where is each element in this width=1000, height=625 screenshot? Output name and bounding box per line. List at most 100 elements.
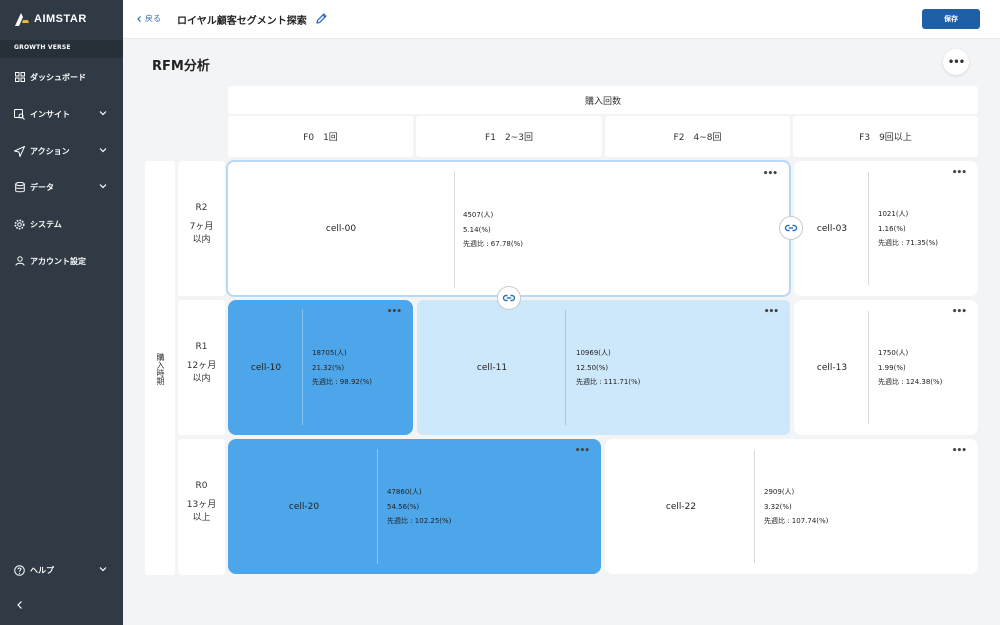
more-options-icon[interactable]: •••	[763, 169, 778, 179]
cell-stats: 47860(人) 54.56(%) 先週比 : 102.25(%)	[387, 485, 451, 529]
column-label: F1 2~3回	[485, 133, 533, 143]
cell-ratio: 先週比 : 124.38(%)	[878, 378, 943, 386]
cell-percent: 54.56(%)	[387, 502, 420, 511]
cell-count: 10969(人)	[576, 349, 611, 357]
segment-cell-11[interactable]: cell-11 10969(人) 12.50(%) 先週比 : 111.71(%…	[417, 300, 790, 435]
row-code: R1	[195, 342, 208, 352]
segment-cell-03[interactable]: cell-03 1021(人) 1.16(%) 先週比 : 71.35(%) •…	[794, 161, 978, 296]
cell-ratio: 先週比 : 98.92(%)	[312, 378, 372, 386]
nav-item-account[interactable]: アカウント設定	[0, 248, 123, 274]
column-header-f3: F3 9回以上	[793, 116, 978, 157]
nav-item-action[interactable]: アクション	[0, 138, 123, 164]
row-desc: 13ヶ月	[186, 500, 217, 510]
org-name: GROWTH VERSE	[14, 44, 71, 51]
more-options-icon[interactable]: •••	[387, 307, 402, 317]
save-button[interactable]: 保存	[922, 9, 980, 29]
org-bar[interactable]: GROWTH VERSE	[0, 40, 123, 58]
insight-icon	[14, 108, 25, 120]
more-options-icon[interactable]: •••	[952, 307, 967, 317]
nav-item-dashboard[interactable]: ダッシュボード	[0, 64, 123, 90]
chevron-down-icon	[99, 111, 107, 116]
cell-stats: 4507(人) 5.14(%) 先週比 : 67.78(%)	[463, 208, 523, 252]
help-icon	[14, 564, 25, 576]
nav-label: ダッシュボード	[30, 72, 86, 82]
x-axis-label: 購入回数	[584, 97, 621, 107]
nav-item-insight[interactable]: インサイト	[0, 101, 123, 127]
database-icon	[14, 181, 25, 193]
back-link[interactable]: 戻る	[135, 13, 161, 24]
nav-label: アクション	[30, 146, 70, 156]
row-code: R2	[195, 203, 208, 213]
merge-link-button[interactable]	[497, 286, 521, 310]
row-code: R0	[195, 481, 208, 491]
cell-name: cell-03	[816, 223, 848, 234]
pencil-icon[interactable]	[315, 12, 328, 25]
cell-name: cell-00	[325, 223, 357, 234]
cell-count: 18705(人)	[312, 349, 347, 357]
page-title: ロイヤル顧客セグメント探索	[177, 16, 307, 27]
merge-link-button[interactable]	[779, 216, 803, 240]
cell-ratio: 先週比 : 102.25(%)	[387, 517, 452, 525]
user-icon	[14, 256, 25, 267]
logo-text: AIMSTAR	[34, 13, 87, 25]
column-header-f1: F1 2~3回	[416, 116, 602, 157]
section-title: RFM分析	[152, 59, 210, 74]
cell-percent: 1.99(%)	[878, 363, 906, 372]
cell-percent: 3.32(%)	[764, 502, 792, 511]
chevron-down-icon	[99, 148, 107, 153]
send-icon	[14, 145, 25, 157]
link-icon	[502, 294, 516, 302]
more-options-icon[interactable]: •••	[764, 307, 779, 317]
row-desc: 以上	[192, 513, 211, 523]
column-header-f0: F0 1回	[228, 116, 413, 157]
top-header: 戻る ロイヤル顧客セグメント探索 保存	[123, 0, 1000, 39]
cell-name: cell-11	[476, 362, 508, 373]
cell-stats: 18705(人) 21.32(%) 先週比 : 98.92(%)	[312, 346, 372, 390]
more-options-icon[interactable]: •••	[943, 49, 969, 75]
dashboard-icon	[14, 72, 25, 83]
column-label: F3 9回以上	[859, 133, 912, 143]
cell-divider	[377, 449, 378, 564]
cell-ratio: 先週比 : 107.74(%)	[764, 517, 829, 525]
nav-label: ヘルプ	[30, 565, 54, 575]
cell-divider	[302, 310, 303, 425]
cell-name: cell-10	[250, 362, 282, 373]
cell-name: cell-20	[288, 501, 320, 512]
segment-cell-22[interactable]: cell-22 2909(人) 3.32(%) 先週比 : 107.74(%) …	[605, 439, 978, 574]
nav-item-help[interactable]: ヘルプ	[0, 557, 123, 583]
row-desc: 以内	[192, 235, 211, 245]
segment-cell-20[interactable]: cell-20 47860(人) 54.56(%) 先週比 : 102.25(%…	[228, 439, 601, 574]
link-icon	[784, 224, 798, 232]
cell-ratio: 先週比 : 111.71(%)	[576, 378, 641, 386]
nav-item-system[interactable]: システム	[0, 211, 123, 237]
logo-mark-icon	[15, 13, 29, 26]
brand-logo[interactable]: AIMSTAR	[14, 11, 87, 27]
cell-stats: 1750(人) 1.99(%) 先週比 : 124.38(%)	[878, 346, 942, 390]
cell-percent: 21.32(%)	[312, 363, 345, 372]
chevron-down-icon	[99, 567, 107, 572]
chevron-left-icon[interactable]	[14, 599, 26, 611]
cell-count: 1021(人)	[878, 210, 909, 218]
cell-stats: 1021(人) 1.16(%) 先週比 : 71.35(%)	[878, 207, 938, 251]
column-header-f2: F2 4~8回	[605, 116, 790, 157]
y-axis-header: 購入時期	[145, 161, 175, 575]
nav-item-data[interactable]: データ	[0, 174, 123, 200]
sidebar: AIMSTAR GROWTH VERSE ダッシュボード インサイト アクション…	[0, 0, 123, 625]
segment-cell-10[interactable]: cell-10 18705(人) 21.32(%) 先週比 : 98.92(%)…	[228, 300, 413, 435]
gear-icon	[14, 219, 25, 230]
row-label-r2: R2 7ヶ月 以内	[178, 161, 225, 296]
segment-cell-13[interactable]: cell-13 1750(人) 1.99(%) 先週比 : 124.38(%) …	[794, 300, 978, 435]
more-options-icon[interactable]: •••	[952, 168, 967, 178]
nav-label: データ	[30, 182, 54, 192]
more-options-icon[interactable]: •••	[575, 446, 590, 456]
cell-ratio: 先週比 : 67.78(%)	[463, 240, 523, 248]
cell-percent: 5.14(%)	[463, 225, 491, 234]
cell-stats: 2909(人) 3.32(%) 先週比 : 107.74(%)	[764, 485, 828, 529]
column-label: F0 1回	[303, 133, 338, 143]
cell-stats: 10969(人) 12.50(%) 先週比 : 111.71(%)	[576, 346, 640, 390]
segment-cell-00[interactable]: cell-00 4507(人) 5.14(%) 先週比 : 67.78(%) •…	[226, 160, 791, 297]
more-options-icon[interactable]: •••	[952, 446, 967, 456]
row-label-r1: R1 12ヶ月 以内	[178, 300, 225, 435]
cell-percent: 1.16(%)	[878, 224, 906, 233]
cell-name: cell-22	[665, 501, 697, 512]
